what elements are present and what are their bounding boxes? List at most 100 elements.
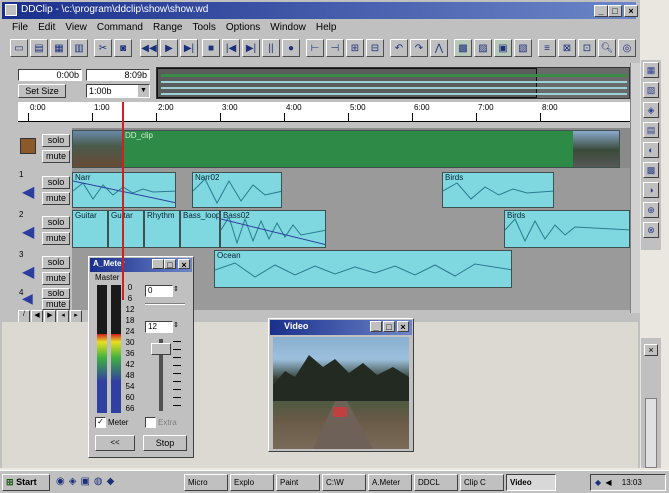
redo-icon[interactable]: ↷ <box>410 39 428 57</box>
menu-tools[interactable]: Tools <box>192 20 215 36</box>
mute-button[interactable]: mute <box>42 150 70 163</box>
palette-tool-icon[interactable]: ◐ <box>643 142 659 158</box>
menu-range[interactable]: Range <box>153 20 182 36</box>
go-end-icon[interactable]: ▶| <box>242 39 260 57</box>
list-icon[interactable]: ≡ <box>538 39 556 57</box>
task-clip[interactable]: Clip C <box>460 474 504 491</box>
task-ddcl[interactable]: DDCL <box>414 474 458 491</box>
audio-clip[interactable]: Guitar <box>108 210 144 248</box>
range-start-field[interactable]: 0:00b <box>18 69 82 81</box>
palette-tool-icon[interactable]: ▤ <box>643 122 659 138</box>
envelope-icon[interactable]: ⋀ <box>430 39 448 57</box>
fader-knob[interactable] <box>151 343 171 355</box>
view-tracks-icon[interactable]: ▩ <box>454 39 472 57</box>
palette-tool-icon[interactable]: ⊕ <box>643 202 659 218</box>
audio-clip[interactable]: Narr02 <box>192 172 282 208</box>
quick-launch-icon[interactable]: ◆ <box>107 476 115 490</box>
palette-tool-icon[interactable]: ◑ <box>643 182 659 198</box>
palette-tool-icon[interactable]: ⊗ <box>643 222 659 238</box>
mute-button[interactable]: mute <box>42 272 70 285</box>
audio-clip[interactable]: Bass_loop <box>180 210 220 248</box>
stop-button[interactable]: Stop <box>143 435 187 451</box>
split-icon[interactable]: ⊞ <box>346 39 364 57</box>
zoom-out-icon[interactable]: ◎ <box>618 39 636 57</box>
task-video[interactable]: Video <box>506 474 556 491</box>
tray-icon[interactable]: ◆ <box>595 478 601 487</box>
loop-icon[interactable]: ⊡ <box>578 39 596 57</box>
record-device-icon[interactable]: ◙ <box>114 39 132 57</box>
set-size-button[interactable]: Set Size <box>18 84 66 98</box>
close-button[interactable]: × <box>624 5 638 17</box>
stop-icon[interactable]: ■ <box>202 39 220 57</box>
record-icon[interactable]: ● <box>282 39 300 57</box>
task-cw[interactable]: C:\W <box>322 474 366 491</box>
menu-options[interactable]: Options <box>226 20 260 36</box>
play-icon[interactable]: ▶ <box>160 39 178 57</box>
volume-icon[interactable]: ◀ <box>605 478 611 487</box>
time-ruler[interactable]: 0:00 1:00 2:00 3:00 4:00 5:00 6:00 7:00 8:00 <box>18 102 630 122</box>
rewind-icon[interactable]: ◀◀ <box>140 39 158 57</box>
size-select[interactable]: 1:00b ▼ <box>86 84 150 98</box>
audio-clip[interactable]: Rhythm <box>144 210 180 248</box>
palette-tool-icon[interactable]: ▩ <box>643 162 659 178</box>
play-loop-icon[interactable]: ▶| <box>180 39 198 57</box>
close-button[interactable]: × <box>178 259 190 270</box>
mixer-icon[interactable]: ▨ <box>474 39 492 57</box>
zoom-in-icon[interactable]: 🔍︎ <box>598 39 616 57</box>
mute-button[interactable]: mute <box>42 232 70 245</box>
menu-view[interactable]: View <box>65 20 87 36</box>
range-end-field[interactable]: 8:09b <box>86 69 150 81</box>
menu-edit[interactable]: Edit <box>38 20 55 36</box>
region-icon[interactable]: ⊣ <box>326 39 344 57</box>
effects-icon[interactable]: ▧ <box>514 39 532 57</box>
task-explorer[interactable]: Explo <box>230 474 274 491</box>
extra-checkbox[interactable]: Extra <box>145 417 177 428</box>
task-micro[interactable]: Micro <box>184 474 228 491</box>
menu-file[interactable]: File <box>12 20 28 36</box>
solo-button[interactable]: solo <box>42 176 70 189</box>
checkbox-icon[interactable] <box>145 417 156 428</box>
start-button[interactable]: ⊞ Start <box>2 474 50 491</box>
maximize-button[interactable]: □ <box>383 321 395 332</box>
close-button[interactable]: × <box>644 344 658 356</box>
audio-clip[interactable]: Bass02 <box>220 210 326 248</box>
maximize-button[interactable]: □ <box>608 5 622 17</box>
meter-checkbox[interactable]: ✓ Meter <box>95 417 128 428</box>
go-start-icon[interactable]: |◀ <box>222 39 240 57</box>
cut-icon[interactable]: ✂ <box>94 39 112 57</box>
rewind-button[interactable]: << <box>95 435 135 451</box>
task-paint[interactable]: Paint <box>276 474 320 491</box>
solo-button[interactable]: solo <box>42 256 70 269</box>
audio-clip[interactable]: Ocean <box>214 250 512 288</box>
pause-icon[interactable]: || <box>262 39 280 57</box>
snap-icon[interactable]: ⊠ <box>558 39 576 57</box>
minimize-button[interactable]: _ <box>370 321 382 332</box>
mute-button[interactable]: mute <box>42 192 70 205</box>
grid-icon[interactable]: ⊟ <box>366 39 384 57</box>
menu-command[interactable]: Command <box>97 20 143 36</box>
minimize-button[interactable]: _ <box>594 5 608 17</box>
playhead[interactable] <box>122 102 124 300</box>
right-scrollbar[interactable] <box>630 63 640 313</box>
quick-launch-icon[interactable]: ▣ <box>80 476 89 490</box>
solo-button[interactable]: solo <box>42 288 70 299</box>
task-ameter[interactable]: A.Meter <box>368 474 412 491</box>
marker-icon[interactable]: ⊢ <box>306 39 324 57</box>
overview-strip[interactable] <box>156 67 630 99</box>
audio-clip[interactable]: Guitar <box>72 210 108 248</box>
quick-launch-icon[interactable]: ◈ <box>69 476 77 490</box>
spin-up-down-icon[interactable]: ⇕ <box>173 285 179 293</box>
vertical-scrollbar[interactable] <box>645 398 657 468</box>
audio-clip[interactable]: Narr <box>72 172 176 208</box>
palette-tool-icon[interactable]: ▦ <box>643 62 659 78</box>
menu-help[interactable]: Help <box>316 20 337 36</box>
mute-button[interactable]: mute <box>42 299 70 310</box>
palette-tool-icon[interactable]: ◈ <box>643 102 659 118</box>
new-icon[interactable]: ▭ <box>10 39 28 57</box>
spin2-field[interactable]: 12 <box>145 321 173 333</box>
spin1-field[interactable]: 0 <box>145 285 173 297</box>
solo-button[interactable]: solo <box>42 216 70 229</box>
close-button[interactable]: × <box>397 321 409 332</box>
chevron-down-icon[interactable]: ▼ <box>138 85 149 97</box>
checkbox-checked-icon[interactable]: ✓ <box>95 417 106 428</box>
